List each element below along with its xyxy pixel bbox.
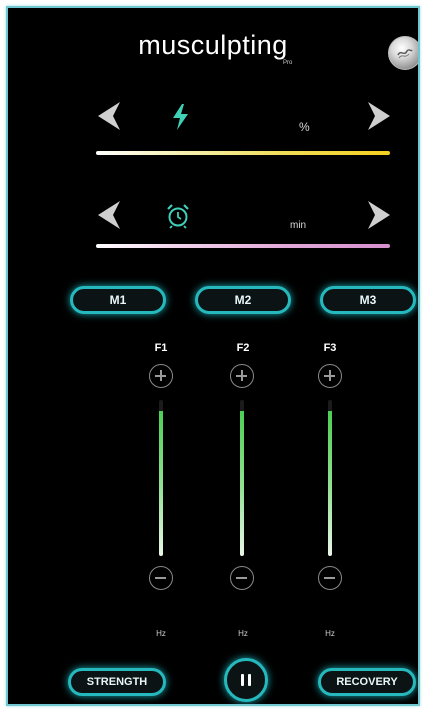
recovery-button[interactable]: RECOVERY: [318, 668, 416, 696]
brand-subtitle: Pro: [283, 60, 293, 66]
brand-logo: musculpting: [138, 30, 288, 60]
chevron-left-icon: [98, 201, 120, 229]
chevron-right-icon: [368, 201, 390, 229]
minus-icon: [324, 577, 335, 579]
channel-f3-slider[interactable]: [328, 400, 332, 556]
timer-decrease-button[interactable]: [96, 200, 122, 230]
mode-m1-button[interactable]: M1: [70, 286, 166, 314]
channel-f1-unit: Hz: [156, 629, 166, 638]
profile-disc-icon[interactable]: [388, 36, 418, 70]
profile-glyph-icon: [397, 49, 413, 59]
app-screen: musculpting Pro % min M1 M2 M3 F1 Hz F2 …: [6, 6, 420, 706]
mode-m2-button[interactable]: M2: [195, 286, 291, 314]
minus-icon: [155, 577, 166, 579]
channel-f2-unit: Hz: [238, 629, 248, 638]
channel-f2-increase-button[interactable]: [230, 364, 254, 388]
strength-button[interactable]: STRENGTH: [68, 668, 166, 696]
channel-f1-label: F1: [154, 342, 168, 354]
mode-m3-button[interactable]: M3: [320, 286, 416, 314]
timer-level-track[interactable]: [96, 244, 390, 248]
channel-f1-increase-button[interactable]: [149, 364, 173, 388]
timer-unit-label: min: [290, 220, 307, 231]
channel-f1-slider[interactable]: [159, 400, 163, 556]
timer-increase-button[interactable]: [366, 200, 392, 230]
channel-f2-slider[interactable]: [240, 400, 244, 556]
power-level-track[interactable]: [96, 151, 390, 155]
lightning-icon: [171, 103, 191, 136]
chevron-right-icon: [368, 102, 390, 130]
channel-f1-decrease-button[interactable]: [149, 566, 173, 590]
channel-f1-slider-fill: [159, 410, 163, 556]
channel-f2-slider-fill: [240, 410, 244, 556]
channel-f3-increase-button[interactable]: [318, 364, 342, 388]
power-decrease-button[interactable]: [96, 101, 122, 131]
channel-f2-label: F2: [236, 342, 250, 354]
power-increase-button[interactable]: [366, 101, 392, 131]
pause-icon: [241, 674, 244, 686]
power-unit-label: %: [299, 120, 310, 134]
minus-icon: [236, 577, 247, 579]
chevron-left-icon: [98, 102, 120, 130]
alarm-clock-icon: [165, 203, 191, 234]
channel-f3-slider-fill: [328, 410, 332, 556]
channel-f3-decrease-button[interactable]: [318, 566, 342, 590]
channel-f3-label: F3: [323, 342, 337, 354]
channel-f2-decrease-button[interactable]: [230, 566, 254, 590]
pause-button[interactable]: [224, 658, 268, 702]
channel-f3-unit: Hz: [325, 629, 335, 638]
